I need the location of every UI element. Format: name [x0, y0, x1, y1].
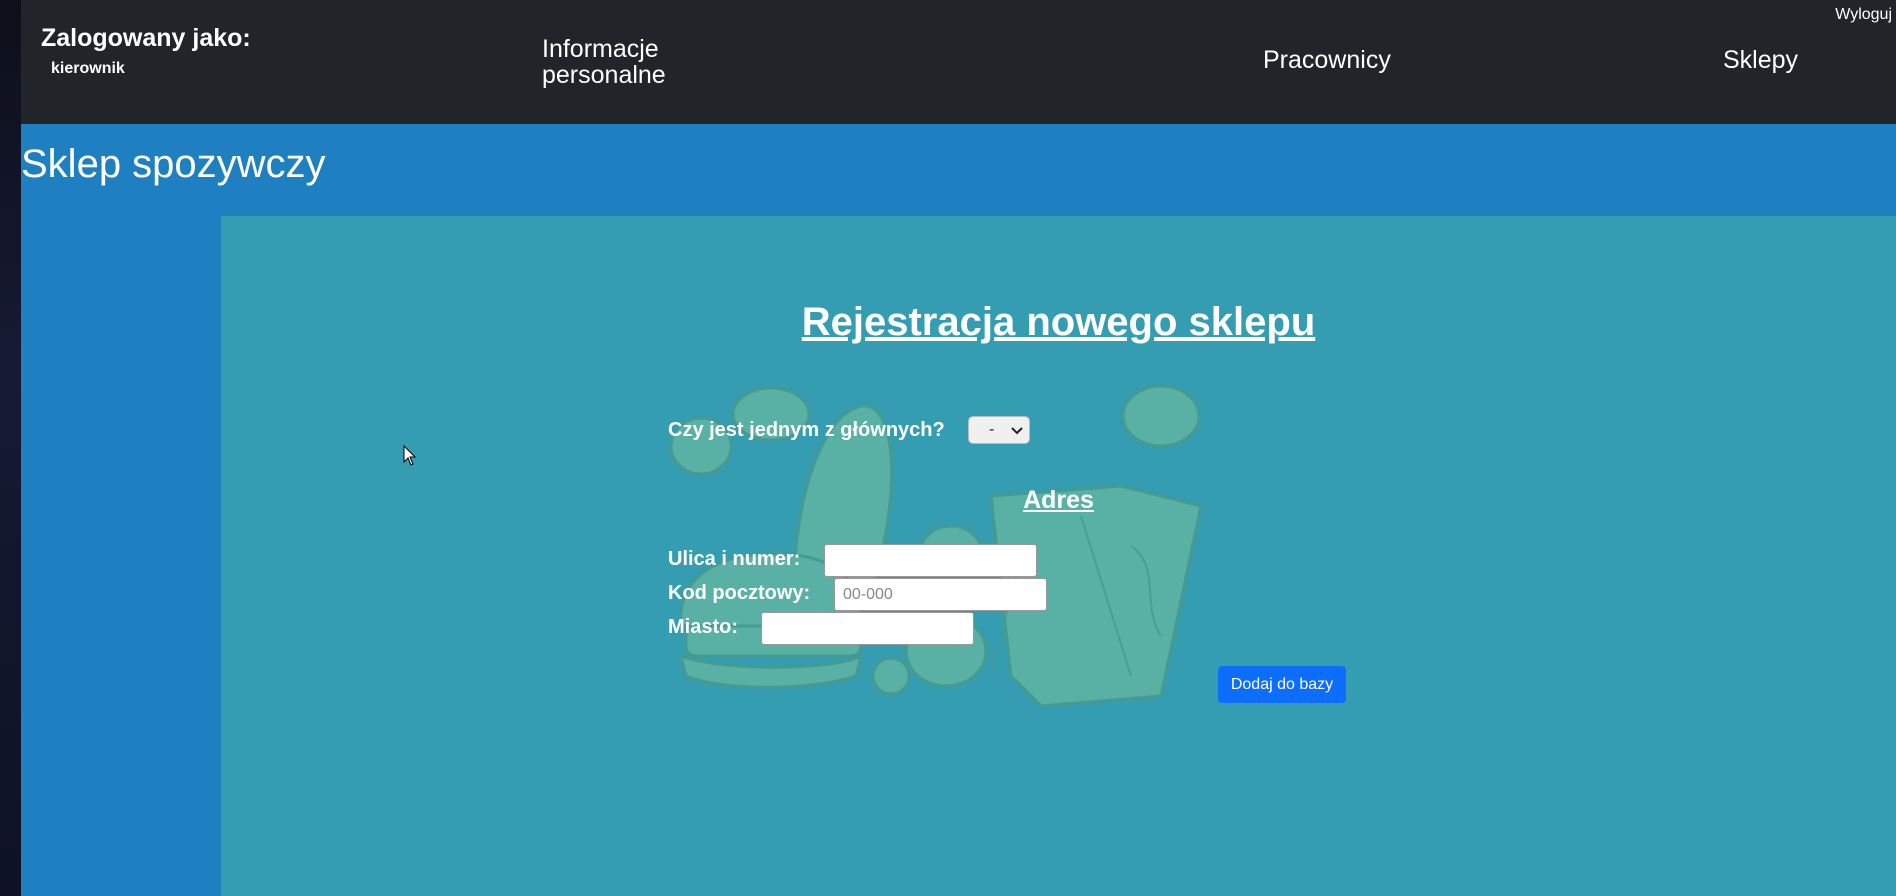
address-heading: Adres [1023, 486, 1094, 514]
street-input[interactable] [824, 544, 1037, 577]
registration-panel: Rejestracja nowego sklepu Czy jest jedny… [221, 216, 1896, 896]
logout-link[interactable]: Wyloguj [1835, 6, 1892, 24]
postal-code-label: Kod pocztowy: [668, 582, 811, 604]
main-store-select-value: - [989, 421, 995, 438]
chevron-down-icon [1011, 427, 1023, 435]
nav-link-workers[interactable]: Pracownicy [1263, 47, 1391, 73]
street-label: Ulica i numer: [668, 548, 801, 570]
username: kierownik [51, 60, 125, 77]
main-store-select[interactable]: - [968, 416, 1030, 444]
city-input[interactable] [761, 612, 974, 645]
desktop-background-strip [0, 0, 21, 896]
nav-link-personal-info[interactable]: Informacje personalne [542, 35, 666, 89]
app-window: Zalogowany jako: kierownik Informacje pe… [21, 0, 1896, 896]
top-navbar: Zalogowany jako: kierownik Informacje pe… [21, 0, 1896, 124]
city-label: Miasto: [668, 616, 738, 638]
form-heading: Rejestracja nowego sklepu [801, 300, 1316, 344]
add-to-database-button[interactable]: Dodaj do bazy [1218, 666, 1346, 703]
postal-code-input[interactable] [834, 578, 1047, 611]
nav-link-shops[interactable]: Sklepy [1723, 47, 1798, 73]
nav-link-label: Informacje personalne [542, 35, 666, 89]
main-store-question-label: Czy jest jednym z głównych? [668, 419, 945, 441]
mouse-cursor-icon [403, 445, 417, 466]
logged-in-label: Zalogowany jako: [41, 24, 251, 52]
shop-title: Sklep spozywczy [21, 142, 326, 186]
